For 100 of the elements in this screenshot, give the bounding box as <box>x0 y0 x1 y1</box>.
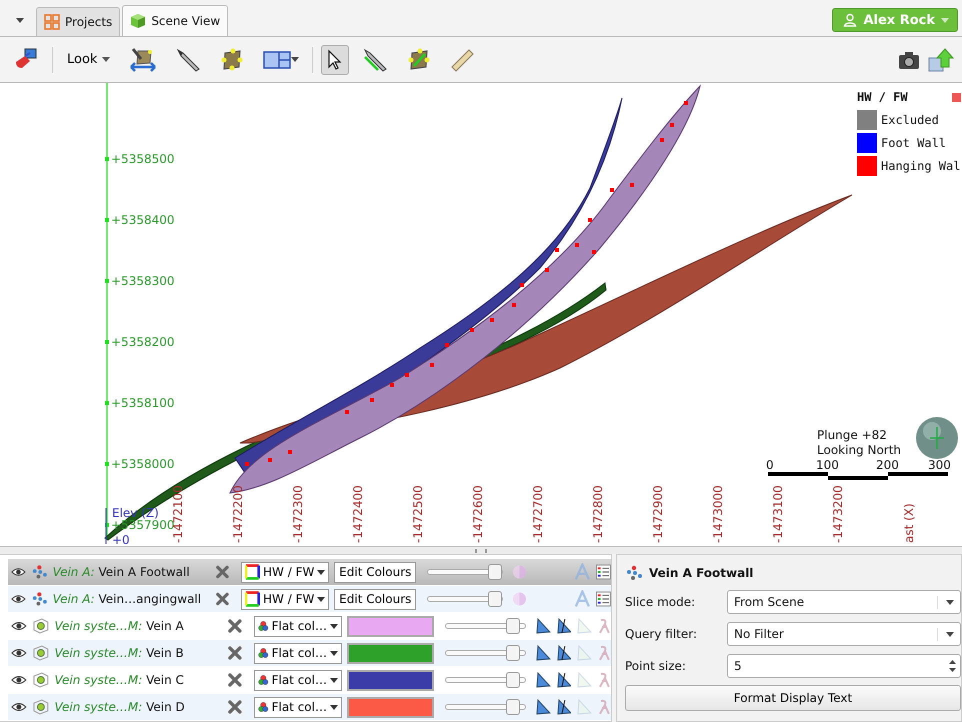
legend-label: Excluded <box>881 113 939 128</box>
dropdown-field[interactable]: No Filter <box>727 622 961 646</box>
axis-label: -1472800 <box>591 485 605 544</box>
axis-label: -1472500 <box>411 485 425 544</box>
opacity-slider[interactable] <box>427 591 504 607</box>
triangle-icon[interactable] <box>534 645 551 661</box>
slider-thumb[interactable] <box>506 645 520 661</box>
legend-colours-icon <box>245 564 260 580</box>
field-label: Query filter: <box>625 627 698 641</box>
remove-icon[interactable] <box>227 672 243 688</box>
colour-swatch-button[interactable] <box>346 616 434 636</box>
colour-swatch-button[interactable] <box>346 696 434 718</box>
triangle-edges-icon[interactable] <box>556 672 572 688</box>
knife-icon <box>174 46 201 73</box>
axis-label: +0 <box>112 533 130 546</box>
legend-list-icon[interactable] <box>596 591 611 607</box>
layer-row[interactable]: Vein syste…M: Vein C Flat col… <box>8 667 611 694</box>
colour-swatch-button[interactable] <box>346 642 434 664</box>
knife-line-icon <box>362 46 388 73</box>
axis-label: +5358500 <box>111 152 174 166</box>
dropdown-field[interactable]: From Scene <box>727 590 961 614</box>
layer-row[interactable]: Vein A: Vein A Footwall HW / FW Edit Colours <box>8 559 611 586</box>
axis-label: -1473200 <box>831 485 845 544</box>
camera-icon[interactable] <box>898 50 920 70</box>
remove-icon[interactable] <box>215 591 230 607</box>
mesh-icon <box>32 618 50 634</box>
slider-thumb[interactable] <box>506 618 520 634</box>
layer-row[interactable]: Vein syste…M: Vein D Flat col… <box>8 694 611 721</box>
field-label: Point size: <box>625 659 687 673</box>
scale-label: 100 <box>816 458 839 472</box>
eye-icon[interactable] <box>11 567 26 577</box>
layer-row[interactable]: Vein syste…M: Vein B Flat col… <box>8 640 611 667</box>
spin-arrows-icon[interactable] <box>949 659 956 673</box>
eye-icon[interactable] <box>11 702 27 712</box>
opacity-slider[interactable] <box>444 699 526 715</box>
caret-icon <box>330 678 338 682</box>
triangle-edges-icon[interactable] <box>556 645 572 661</box>
caret-icon <box>330 650 338 656</box>
triangle-edges-icon[interactable] <box>556 699 572 715</box>
orientation-text: Looking North <box>817 443 902 458</box>
remove-icon[interactable] <box>215 564 230 580</box>
legend-list-icon[interactable] <box>596 564 611 580</box>
eye-icon[interactable] <box>11 675 27 685</box>
legend-label: Foot Wall <box>881 136 946 150</box>
look-menu-button[interactable]: Look <box>61 50 116 70</box>
pointer-tool-button[interactable] <box>320 44 349 75</box>
colour-circles-icon <box>258 645 269 661</box>
mesh-icon <box>32 645 50 661</box>
field-label: Slice mode: <box>625 595 696 609</box>
slider-thumb[interactable] <box>506 699 520 715</box>
triangle-edges-icon[interactable] <box>556 618 572 634</box>
triangle-icon[interactable] <box>534 672 551 688</box>
layer-name: Vein A: Vein…angingwall <box>52 592 202 606</box>
spin-field[interactable]: 5 <box>727 654 961 678</box>
points-icon <box>625 565 643 581</box>
colour-mode-dropdown[interactable]: Flat col… <box>254 696 342 718</box>
mesh-icon <box>32 672 50 688</box>
remove-icon[interactable] <box>227 699 243 715</box>
scale-label: 300 <box>928 458 951 472</box>
edit-colours-button[interactable]: Edit Colours <box>334 562 416 582</box>
caret-icon <box>941 18 949 22</box>
orientation-text: Plunge +82 <box>817 428 887 442</box>
tab[interactable]: Projects <box>36 7 120 36</box>
pointer-icon <box>326 48 344 71</box>
triangle-icon[interactable] <box>534 618 551 634</box>
layer-name: Vein syste…M: Vein C <box>54 673 185 687</box>
format-display-text-button[interactable]: Format Display Text <box>625 685 961 711</box>
opacity-slider[interactable] <box>444 645 526 661</box>
colour-mode-dropdown[interactable]: HW / FW <box>241 562 330 582</box>
split-view-icon <box>262 48 291 71</box>
opacity-slider[interactable] <box>444 618 526 634</box>
caret-icon <box>330 624 338 628</box>
slider-thumb[interactable] <box>488 564 502 580</box>
opacity-slider[interactable] <box>444 672 526 688</box>
opacity-slider[interactable] <box>427 564 504 580</box>
caret-icon <box>102 57 110 62</box>
colour-swatch-button[interactable] <box>346 670 434 690</box>
legend-title: HW / FW <box>857 90 908 104</box>
remove-icon[interactable] <box>227 645 243 661</box>
colour-mode-dropdown[interactable]: Flat col… <box>254 670 342 690</box>
axis-label: -1472900 <box>651 485 665 544</box>
caret-icon <box>946 600 954 604</box>
export-icon[interactable] <box>928 46 954 73</box>
colour-mode-dropdown[interactable]: Flat col… <box>254 616 342 636</box>
colour-circles-icon <box>258 699 269 715</box>
eye-icon[interactable] <box>11 594 26 604</box>
colour-mode-dropdown[interactable]: HW / FW <box>241 588 330 610</box>
colour-mode-dropdown[interactable]: Flat col… <box>254 642 342 664</box>
triangle-icon[interactable] <box>534 699 551 715</box>
tab[interactable]: Scene View <box>122 5 228 36</box>
axis-label: -1472200 <box>231 485 245 544</box>
remove-icon[interactable] <box>227 618 243 634</box>
edit-colours-button[interactable]: Edit Colours <box>334 588 416 610</box>
eye-icon[interactable] <box>11 621 27 631</box>
close-icon[interactable] <box>952 92 961 102</box>
slider-thumb[interactable] <box>488 591 502 607</box>
slider-thumb[interactable] <box>506 672 520 688</box>
layer-row[interactable]: Vein syste…M: Vein A Flat col… <box>8 613 611 640</box>
layer-row[interactable]: Vein A: Vein…angingwall HW / FW Edit Colours <box>8 586 611 613</box>
eye-icon[interactable] <box>11 648 27 658</box>
